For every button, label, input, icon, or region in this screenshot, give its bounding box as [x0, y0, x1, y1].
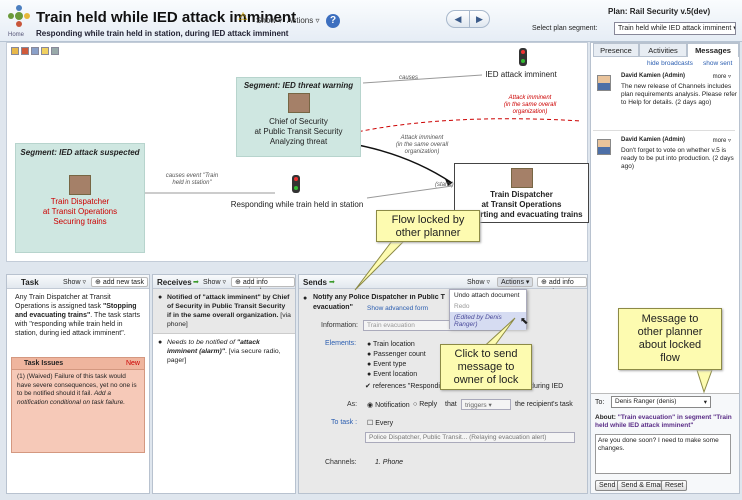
mouse-cursor-icon: ⬉ [520, 316, 529, 327]
callout-pointer-flow [354, 240, 406, 291]
callout-click-send: Click to send message to owner of lock [440, 344, 532, 390]
callout-pointer-message [696, 369, 713, 394]
callout-message-planner: Message to other planner about locked fl… [618, 308, 722, 370]
callout-flow-locked: Flow locked by other planner [376, 210, 480, 242]
callout-pointers [354, 240, 713, 394]
